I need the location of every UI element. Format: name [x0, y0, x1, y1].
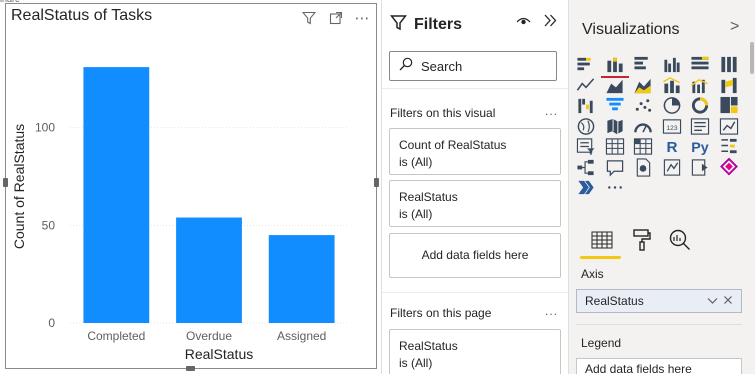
y-tick-label: 0: [48, 316, 55, 330]
visualizations-pane: Visualizations > 123 R Py Axis RealStatus: [568, 0, 755, 374]
add-data-fields-dropzone[interactable]: Add data fields here: [389, 233, 561, 278]
scatter-icon[interactable]: [633, 96, 653, 115]
r-visual-icon[interactable]: R: [662, 137, 682, 156]
kpi-icon[interactable]: [719, 117, 739, 136]
arcgis-icon[interactable]: [662, 158, 682, 177]
y-tick-label: 50: [42, 218, 56, 232]
pie-icon[interactable]: [662, 96, 682, 115]
divider: [382, 292, 569, 293]
paginated-report-icon[interactable]: [633, 157, 653, 177]
100-bar-icon[interactable]: [690, 55, 710, 74]
active-tab-indicator: [580, 256, 621, 259]
filters-visual-more[interactable]: ...: [545, 104, 558, 118]
x-tick-label: Completed: [87, 329, 145, 343]
close-icon[interactable]: [723, 294, 741, 308]
line-column-icon[interactable]: [662, 76, 682, 95]
smart-narrative-icon[interactable]: [576, 178, 596, 197]
axis-well[interactable]: RealStatus: [576, 289, 742, 313]
filled-map-icon[interactable]: [605, 117, 625, 136]
slicer-icon[interactable]: [576, 137, 596, 156]
filters-page-more[interactable]: ...: [545, 304, 558, 318]
filters-pane: Filters Filters on this visual ... Count…: [381, 0, 569, 374]
analytics-tab-icon[interactable]: [663, 225, 697, 255]
filter-card-name: RealStatus: [399, 190, 458, 204]
stacked-bar-icon[interactable]: [576, 55, 596, 74]
python-visual-icon[interactable]: Py: [690, 137, 710, 156]
format-tab-icon[interactable]: [625, 225, 659, 255]
filter-card-name: Count of RealStatus: [399, 138, 507, 152]
donut-icon[interactable]: [690, 96, 710, 115]
qa-icon[interactable]: [605, 158, 625, 177]
filters-on-page-label: Filters on this page: [390, 306, 492, 320]
filter-card-state: is (All): [399, 356, 433, 370]
eye-icon[interactable]: [516, 14, 531, 34]
filters-title: Filters: [414, 16, 463, 33]
r-visual-label: R: [666, 139, 677, 156]
more-visuals-icon[interactable]: [605, 178, 625, 197]
key-influencers-icon[interactable]: [719, 137, 739, 156]
card-icon[interactable]: 123: [662, 117, 682, 136]
line-chart-icon[interactable]: [576, 76, 596, 95]
search-icon: [399, 57, 413, 76]
y-tick-label: 100: [35, 121, 55, 135]
bar-completed[interactable]: [83, 67, 150, 323]
stacked-column-icon[interactable]: [600, 55, 629, 78]
x-tick-label: Assigned: [277, 329, 326, 343]
multi-row-card-icon[interactable]: [690, 117, 710, 136]
filter-card-realstatus[interactable]: RealStatus is (All): [389, 180, 561, 227]
filter-card-page-realstatus[interactable]: RealStatus is (All): [389, 329, 561, 374]
bar-assigned[interactable]: [268, 235, 335, 323]
python-visual-label: Py: [691, 140, 709, 156]
bar-overdue[interactable]: [176, 217, 242, 323]
bar-chart: 0 50 100 Completed Overdue Assigned RealStatus…: [11, 67, 348, 362]
ribbon-icon[interactable]: [719, 76, 739, 95]
line-clustered-icon[interactable]: [690, 76, 710, 95]
map-icon[interactable]: [576, 117, 596, 136]
chevron-down-icon[interactable]: [707, 294, 723, 308]
filters-on-visual-label: Filters on this visual: [390, 106, 496, 120]
stacked-area-icon[interactable]: [633, 76, 653, 95]
decomposition-tree-icon[interactable]: [576, 158, 596, 177]
legend-well[interactable]: Add data fields here: [576, 358, 742, 374]
clustered-column-icon[interactable]: [662, 55, 682, 74]
chevron-right-icon[interactable]: >: [730, 18, 739, 36]
fields-tab-icon[interactable]: [585, 225, 619, 255]
svg-text:123: 123: [666, 124, 677, 131]
collapse-icon[interactable]: [543, 13, 558, 33]
divider: [382, 88, 569, 89]
funnel-icon[interactable]: [605, 96, 625, 115]
power-automate-icon[interactable]: [719, 157, 739, 177]
power-apps-icon[interactable]: [690, 158, 710, 177]
area-chart-icon[interactable]: [605, 76, 625, 95]
filter-card-state: is (All): [399, 207, 433, 221]
gauge-icon[interactable]: [633, 117, 653, 136]
filter-card-name: RealStatus: [399, 339, 458, 353]
report-canvas: ihare RealStatus of Tasks ⋯ 050100Comple…: [0, 0, 381, 374]
filters-search[interactable]: [389, 51, 557, 81]
filter-card-state: is (All): [399, 155, 433, 169]
waterfall-icon[interactable]: [576, 96, 596, 115]
funnel-icon: [389, 14, 408, 36]
axis-label: Axis: [581, 267, 604, 281]
filter-card-count-realstatus[interactable]: Count of RealStatus is (All): [389, 128, 561, 175]
x-axis-title: RealStatus: [185, 346, 253, 362]
table-icon[interactable]: [605, 137, 625, 156]
treemap-icon[interactable]: [719, 96, 739, 115]
legend-label: Legend: [581, 336, 622, 350]
x-tick-label: Overdue: [186, 329, 232, 343]
powerbi-editor: ihare RealStatus of Tasks ⋯ 050100Comple…: [0, 0, 755, 374]
search-input[interactable]: [421, 58, 541, 74]
clustered-bar-icon[interactable]: [633, 55, 653, 74]
visualizations-title: Visualizations: [582, 21, 680, 38]
matrix-icon[interactable]: [633, 137, 653, 156]
filters-header: Filters: [389, 14, 463, 36]
scrollbar[interactable]: [750, 42, 754, 74]
y-axis-title: Count of RealStatus: [11, 124, 27, 249]
100-column-icon[interactable]: [719, 55, 739, 74]
divider: [576, 324, 742, 325]
axis-field: RealStatus: [585, 294, 644, 308]
